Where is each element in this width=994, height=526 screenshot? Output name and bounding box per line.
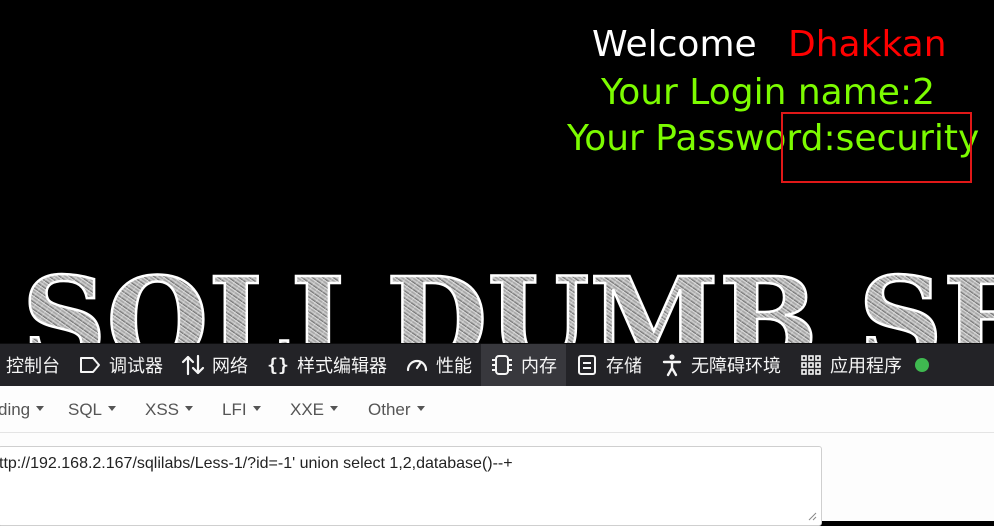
- menu-label: Other: [368, 400, 411, 419]
- tab-storage[interactable]: 存储: [566, 344, 651, 386]
- tab-network[interactable]: 网络: [172, 344, 257, 386]
- tab-label: 样式编辑器: [297, 356, 387, 377]
- highlight-annotation-box: [781, 112, 972, 183]
- welcome-label: Welcome: [592, 24, 757, 65]
- apps-grid-icon: [799, 353, 823, 377]
- tab-label: 内存: [521, 356, 557, 377]
- resize-grip-icon[interactable]: [807, 511, 817, 521]
- menu-loading[interactable]: ding: [0, 400, 45, 420]
- chevron-down-icon: [108, 406, 117, 412]
- tab-label: 存储: [606, 356, 642, 377]
- chevron-down-icon: [252, 406, 261, 412]
- menu-label: XSS: [145, 400, 180, 419]
- storage-icon: [575, 353, 599, 377]
- gauge-icon: [405, 353, 429, 377]
- menu-label: XXE: [290, 400, 325, 419]
- tab-label: 性能: [436, 356, 472, 377]
- chevron-down-icon: [36, 406, 45, 412]
- chevron-down-icon: [185, 406, 194, 412]
- menu-label: SQL: [68, 400, 103, 419]
- tab-accessibility[interactable]: 无障碍环境: [651, 344, 790, 386]
- hackbar-panel: ding SQL XSS LFI XXE Other ttp://192.168…: [0, 386, 994, 526]
- tab-label: 应用程序: [830, 356, 902, 377]
- svg-text:SQLI DUMB SE: SQLI DUMB SE: [22, 251, 994, 343]
- tab-application[interactable]: 应用程序: [790, 344, 911, 386]
- hackbar-menu: ding SQL XSS LFI XXE Other: [0, 392, 994, 433]
- menu-label: LFI: [222, 400, 247, 419]
- url-input[interactable]: ttp://192.168.2.167/sqlilabs/Less-1/?id=…: [0, 446, 822, 526]
- svg-text:{}: {}: [267, 355, 289, 376]
- tab-label: 无障碍环境: [691, 356, 781, 377]
- tab-console[interactable]: 控制台: [0, 344, 69, 386]
- memory-chip-icon: [490, 353, 514, 377]
- menu-xxe[interactable]: XXE: [290, 400, 339, 420]
- accessibility-icon: [660, 353, 684, 377]
- tab-label: 控制台: [6, 356, 60, 377]
- tab-label: 调试器: [109, 356, 163, 377]
- overflow-indicator: [915, 358, 929, 372]
- tab-style-editor[interactable]: {} 样式编辑器: [257, 344, 396, 386]
- menu-other[interactable]: Other: [368, 400, 425, 420]
- braces-icon: {}: [266, 353, 290, 377]
- tab-memory[interactable]: 内存: [481, 344, 566, 386]
- tab-label: 网络: [212, 356, 248, 377]
- login-name-text: Your Login name:2: [601, 72, 935, 113]
- page-content: Welcome Dhakkan Your Login name:2 Your P…: [0, 0, 994, 343]
- welcome-user-name: Dhakkan: [788, 24, 947, 65]
- menu-xss[interactable]: XSS: [145, 400, 194, 420]
- tab-performance[interactable]: 性能: [396, 344, 481, 386]
- chevron-down-icon: [330, 406, 339, 412]
- menu-label: ding: [0, 400, 31, 419]
- tab-debugger[interactable]: 调试器: [69, 344, 172, 386]
- devtools-toolbar: 控制台 调试器 网络 {} 样式编辑器 性能 内存 存储 无障碍环境 应用程序: [0, 343, 994, 386]
- menu-lfi[interactable]: LFI: [222, 400, 261, 420]
- sqli-dumb-banner-logo: SQLI DUMB SE: [21, 250, 994, 343]
- debugger-icon: [78, 353, 102, 377]
- url-text: ttp://192.168.2.167/sqlilabs/Less-1/?id=…: [0, 455, 513, 472]
- chevron-down-icon: [416, 406, 425, 412]
- network-arrows-icon: [181, 353, 205, 377]
- menu-sql[interactable]: SQL: [68, 400, 117, 420]
